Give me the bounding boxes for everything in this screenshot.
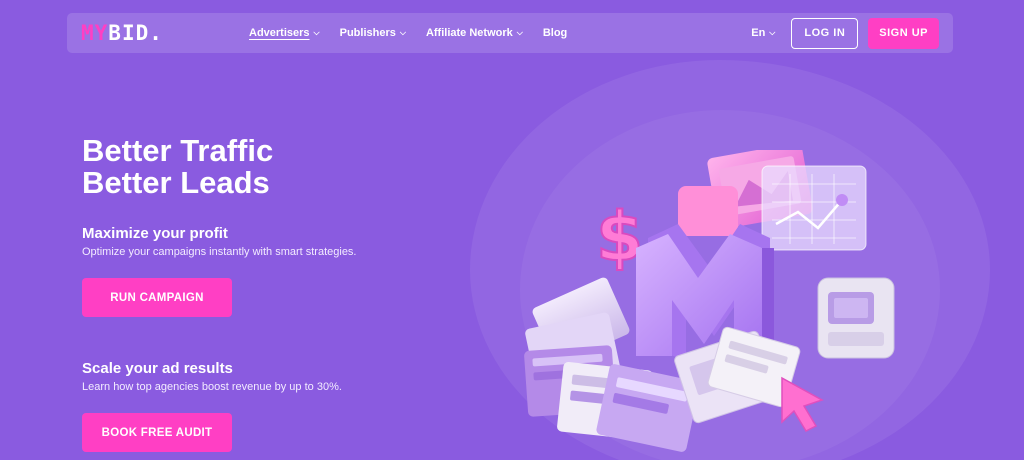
nav-actions: En ⌵ LOG IN SIGN UP	[751, 17, 939, 49]
block-1-title: Maximize your profit	[82, 225, 228, 242]
menu-item-blog[interactable]: Blog	[543, 27, 567, 39]
hero-illustration: $	[524, 150, 895, 452]
menu-item-label: Advertisers	[249, 27, 310, 39]
menu-item-label: Publishers	[339, 27, 396, 39]
headline-line-2: Better Leads	[82, 165, 270, 200]
menu-item-label: Affiliate Network	[425, 27, 513, 39]
line-chart-icon	[761, 165, 867, 251]
language-selector[interactable]: En ⌵	[751, 27, 775, 39]
chevron-down-icon: ⌵	[313, 28, 320, 37]
mybid-logo[interactable]: MY BID.	[81, 21, 249, 45]
menu-item-affiliate-network[interactable]: Affiliate Network ⌵	[426, 27, 523, 39]
main-menu: Advertisers ⌵ Publishers ⌵ Affiliate Net…	[249, 27, 567, 39]
monitor-icon	[817, 277, 895, 359]
chevron-down-icon: ⌵	[769, 28, 776, 37]
cursor-arrow-icon	[781, 376, 824, 432]
hero-headline: Better Traffic Better Leads	[82, 135, 273, 199]
login-button[interactable]: LOG IN	[791, 17, 859, 49]
pink-block	[678, 186, 738, 236]
chevron-down-icon: ⌵	[516, 28, 523, 37]
block-2-text: Learn how top agencies boost revenue by …	[82, 381, 342, 393]
logo-part-bid: BID.	[108, 21, 163, 45]
block-1-text: Optimize your campaigns instantly with s…	[82, 246, 357, 258]
run-campaign-button[interactable]: RUN CAMPAIGN	[82, 278, 232, 317]
signup-button[interactable]: SIGN UP	[868, 17, 939, 49]
chevron-down-icon: ⌵	[399, 28, 406, 37]
logo-part-my: MY	[81, 21, 109, 45]
language-label: En	[751, 27, 766, 39]
headline-line-1: Better Traffic	[82, 133, 274, 168]
block-2-title: Scale your ad results	[82, 360, 233, 377]
menu-item-label: Blog	[542, 27, 568, 39]
menu-item-advertisers[interactable]: Advertisers ⌵	[249, 27, 320, 39]
top-navigation-bar: MY BID. Advertisers ⌵ Publishers ⌵ Affili…	[67, 13, 953, 53]
book-free-audit-button[interactable]: BOOK FREE AUDIT	[82, 413, 232, 452]
menu-item-publishers[interactable]: Publishers ⌵	[340, 27, 406, 39]
